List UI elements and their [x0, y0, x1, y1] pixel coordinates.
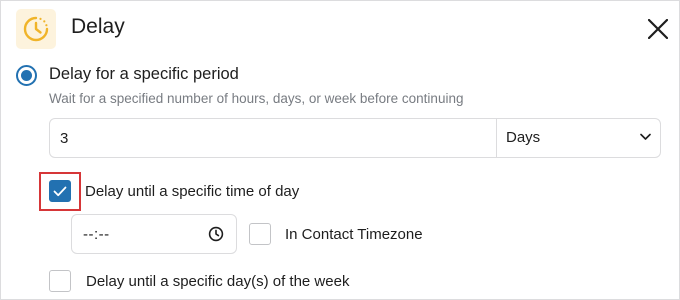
contact-timezone-checkbox[interactable]: [249, 223, 271, 245]
delay-period-radio[interactable]: [16, 65, 37, 86]
radio-selected-dot: [21, 70, 32, 81]
delay-panel: Delay Delay for a specific period Wait f…: [0, 0, 680, 300]
delay-step-icon: [16, 9, 56, 49]
delay-unit-select[interactable]: Days: [496, 119, 661, 157]
clock-icon: [23, 16, 49, 42]
panel-title: Delay: [71, 15, 125, 38]
time-of-day-label: Delay until a specific time of day: [85, 183, 300, 200]
checkmark-icon: [53, 186, 67, 196]
delay-unit-value: Days: [506, 129, 541, 146]
close-icon: [648, 19, 668, 39]
clock-picker-icon[interactable]: [208, 226, 224, 242]
delay-amount-input[interactable]: [50, 119, 496, 157]
close-button[interactable]: [644, 15, 672, 43]
day-of-week-label: Delay until a specific day(s) of the wee…: [86, 273, 350, 290]
delay-duration-group: Days: [49, 118, 661, 158]
chevron-down-icon: [640, 133, 651, 140]
time-of-day-checkbox[interactable]: [49, 180, 71, 202]
time-value: --:--: [83, 226, 110, 243]
time-of-day-input[interactable]: --:--: [71, 214, 237, 254]
delay-period-label: Delay for a specific period: [49, 65, 239, 83]
contact-timezone-label: In Contact Timezone: [285, 226, 423, 243]
delay-period-description: Wait for a specified number of hours, da…: [49, 91, 464, 106]
day-of-week-checkbox[interactable]: [49, 270, 71, 292]
